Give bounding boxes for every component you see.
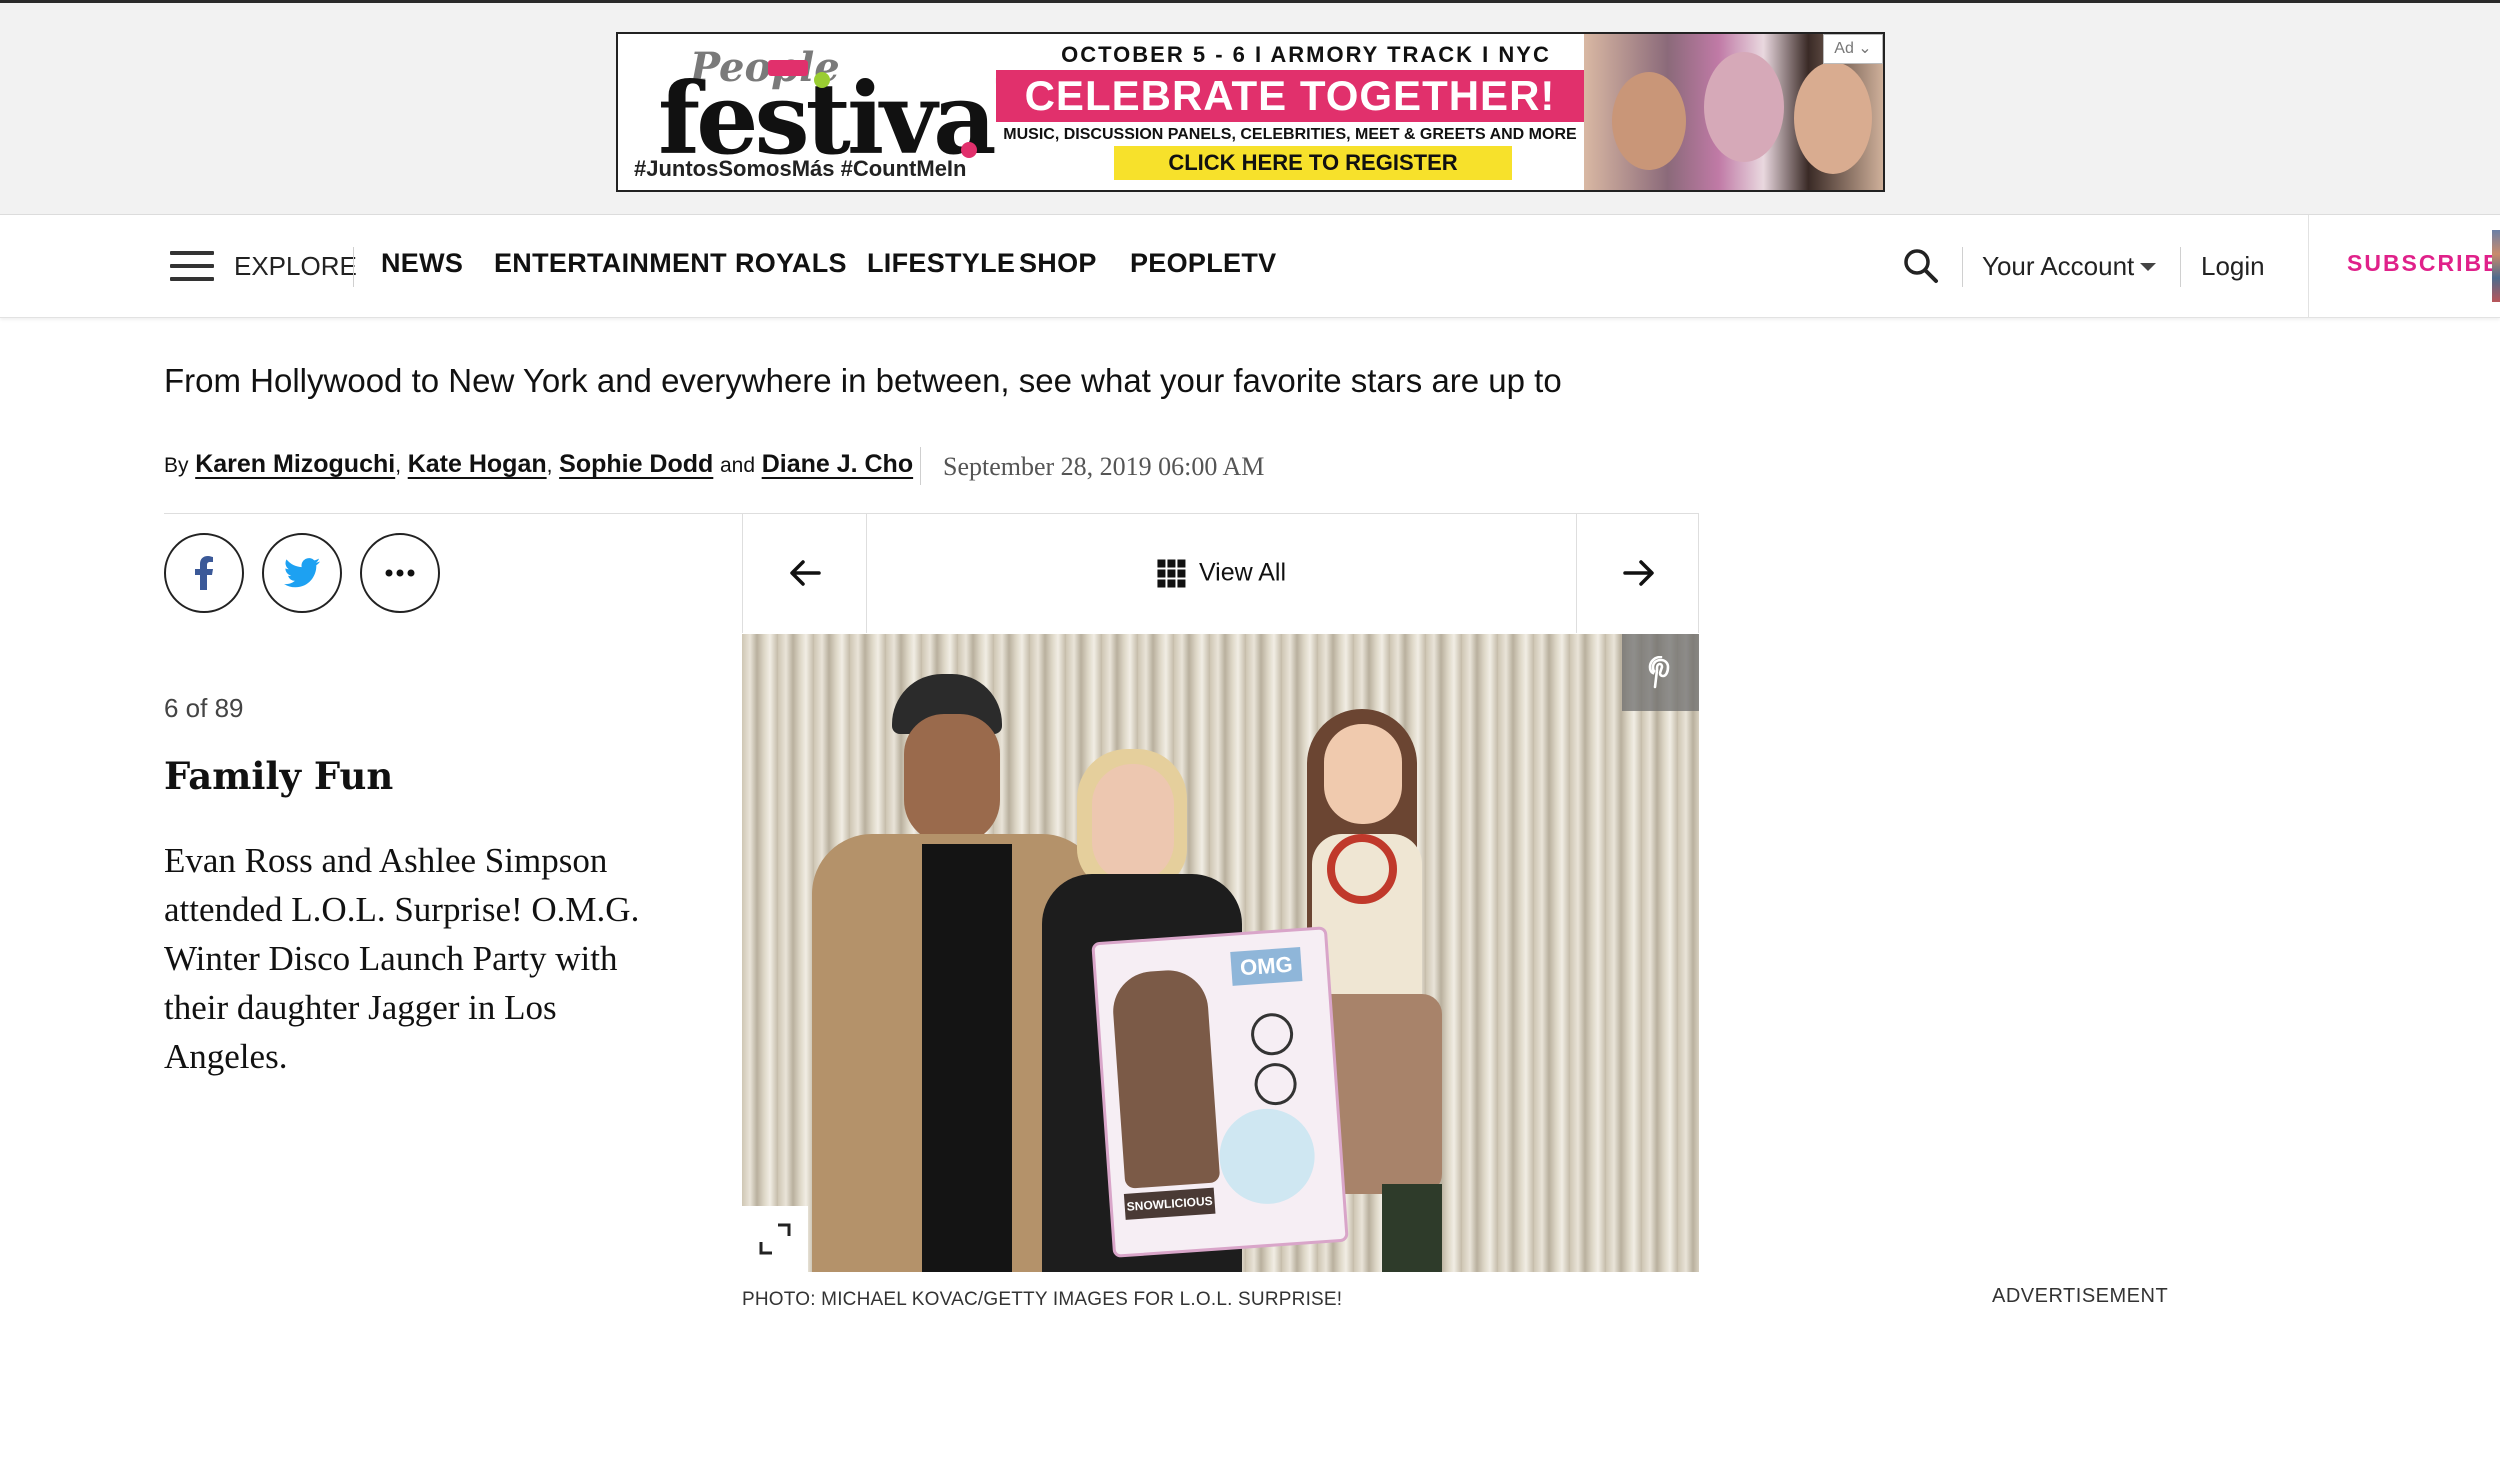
twitter-share-button[interactable] bbox=[262, 533, 342, 613]
slide-caption: Evan Ross and Ashlee Simpson attended L.… bbox=[164, 841, 640, 1076]
photo-girl-necklace bbox=[1327, 834, 1397, 904]
nav-divider bbox=[2308, 215, 2309, 317]
photo-toy-box: OMG SNOWLICIOUS bbox=[1091, 926, 1349, 1258]
ad-face-1 bbox=[1612, 72, 1686, 170]
nav-peopletv[interactable]: PEOPLETV bbox=[1130, 248, 1276, 279]
ad-choices-tag[interactable]: Ad ⌄ bbox=[1823, 34, 1883, 64]
ad-date-line: OCTOBER 5 - 6 I ARMORY TRACK I NYC bbox=[1061, 42, 1551, 67]
photo-box-name: SNOWLICIOUS bbox=[1123, 1187, 1216, 1220]
byline-comma: , bbox=[395, 454, 402, 477]
account-menu[interactable]: Your Account bbox=[1982, 251, 2134, 282]
fullscreen-button[interactable] bbox=[742, 1206, 808, 1272]
ad-register-button[interactable]: CLICK HERE TO REGISTER bbox=[1114, 146, 1512, 180]
article-dek: From Hollywood to New York and everywher… bbox=[164, 362, 1562, 399]
nav-news[interactable]: NEWS bbox=[381, 248, 463, 279]
edge-thumbnail bbox=[2492, 230, 2500, 302]
author-link[interactable]: Sophie Dodd bbox=[559, 450, 713, 478]
byline-by: By bbox=[164, 454, 189, 477]
main-nav: EXPLORE NEWS ENTERTAINMENT ROYALS LIFEST… bbox=[0, 215, 2500, 318]
hamburger-menu-icon[interactable] bbox=[170, 251, 214, 281]
ad-hashtags: #JuntosSomosMás #CountMeIn bbox=[634, 156, 967, 181]
chevron-down-icon[interactable] bbox=[2140, 263, 2156, 271]
ad-face-2 bbox=[1704, 52, 1784, 162]
grid-icon bbox=[1156, 559, 1185, 587]
author-link[interactable]: Kate Hogan bbox=[408, 450, 547, 478]
pinterest-icon bbox=[1648, 655, 1669, 688]
advertisement-label: ADVERTISEMENT bbox=[1992, 1285, 2169, 1307]
facebook-share-button[interactable] bbox=[164, 533, 244, 613]
photo-girl-face bbox=[1324, 724, 1402, 824]
photo-box-ball bbox=[1216, 1105, 1318, 1208]
slide-title: Family Fun bbox=[164, 754, 394, 798]
byline-and: and bbox=[719, 454, 756, 477]
nav-entertainment[interactable]: ENTERTAINMENT bbox=[494, 248, 727, 279]
more-share-button[interactable] bbox=[360, 533, 440, 613]
ad-subline: MUSIC, DISCUSSION PANELS, CELEBRITIES, M… bbox=[1003, 126, 1577, 143]
author-link[interactable]: Diane J. Cho bbox=[762, 450, 913, 478]
nav-divider bbox=[353, 247, 354, 287]
nav-royals[interactable]: ROYALS bbox=[735, 248, 847, 279]
search-icon[interactable] bbox=[1902, 247, 1940, 285]
view-all-label: View All bbox=[1198, 558, 1287, 587]
facebook-icon bbox=[195, 556, 213, 590]
arrow-right-icon bbox=[1622, 560, 1654, 586]
expand-icon bbox=[759, 1223, 791, 1255]
next-slide-button[interactable] bbox=[1577, 513, 1700, 633]
ad-dot-green bbox=[814, 72, 830, 88]
ad-celebrity-photos: Ad ⌄ bbox=[1584, 34, 1883, 190]
photo-box-circle bbox=[1253, 1061, 1298, 1107]
nav-shop[interactable]: SHOP bbox=[1019, 248, 1097, 279]
nav-lifestyle[interactable]: LIFESTYLE bbox=[867, 248, 1015, 279]
photo-man-face bbox=[904, 714, 1000, 844]
login-link[interactable]: Login bbox=[2201, 251, 2265, 282]
nav-divider bbox=[1962, 247, 1963, 287]
photo-woman-face bbox=[1092, 764, 1174, 882]
photo-box-circle bbox=[1249, 1011, 1295, 1057]
author-link[interactable]: Karen Mizoguchi bbox=[195, 450, 395, 478]
photo-man-shirt bbox=[922, 844, 1012, 1272]
ad-face-3 bbox=[1794, 62, 1872, 174]
ad-text-area: OCTOBER 5 - 6 I ARMORY TRACK I NYC CELEB… bbox=[996, 34, 1616, 190]
more-icon bbox=[385, 569, 415, 577]
gallery-photo[interactable]: OMG SNOWLICIOUS bbox=[742, 634, 1699, 1272]
arrow-left-icon bbox=[789, 560, 821, 586]
photo-credit: PHOTO: MICHAEL KOVAC/GETTY IMAGES FOR L.… bbox=[742, 1289, 1343, 1310]
nav-divider bbox=[2180, 247, 2181, 287]
twitter-icon bbox=[284, 558, 320, 588]
ad-band: People festival #JuntosSomosMás #CountMe… bbox=[0, 3, 2500, 215]
publish-date: September 28, 2019 06:00 AM bbox=[943, 452, 1265, 481]
pinterest-button[interactable] bbox=[1622, 634, 1699, 711]
previous-slide-button[interactable] bbox=[743, 513, 866, 633]
explore-link[interactable]: EXPLORE bbox=[234, 251, 357, 282]
photo-box-label: OMG bbox=[1230, 947, 1303, 986]
slide-counter: 6 of 89 bbox=[164, 693, 244, 723]
gallery-nav: View All bbox=[742, 513, 1699, 633]
photo-boots bbox=[1382, 1184, 1442, 1272]
ad-headline: CELEBRATE TOGETHER! bbox=[996, 70, 1584, 122]
byline-divider bbox=[920, 447, 921, 485]
byline-comma: , bbox=[546, 454, 553, 477]
view-all-button[interactable]: View All bbox=[866, 513, 1577, 633]
byline: By Karen Mizoguchi, Kate Hogan, Sophie D… bbox=[164, 450, 913, 479]
ad-tag-label: Ad bbox=[1834, 40, 1854, 57]
subscribe-link[interactable]: SUBSCRIBE bbox=[2347, 250, 2500, 277]
ad-logo-area: People festival #JuntosSomosMás #CountMe… bbox=[618, 34, 1030, 190]
ad-banner[interactable]: People festival #JuntosSomosMás #CountMe… bbox=[616, 32, 1885, 192]
photo-doll bbox=[1110, 967, 1221, 1189]
